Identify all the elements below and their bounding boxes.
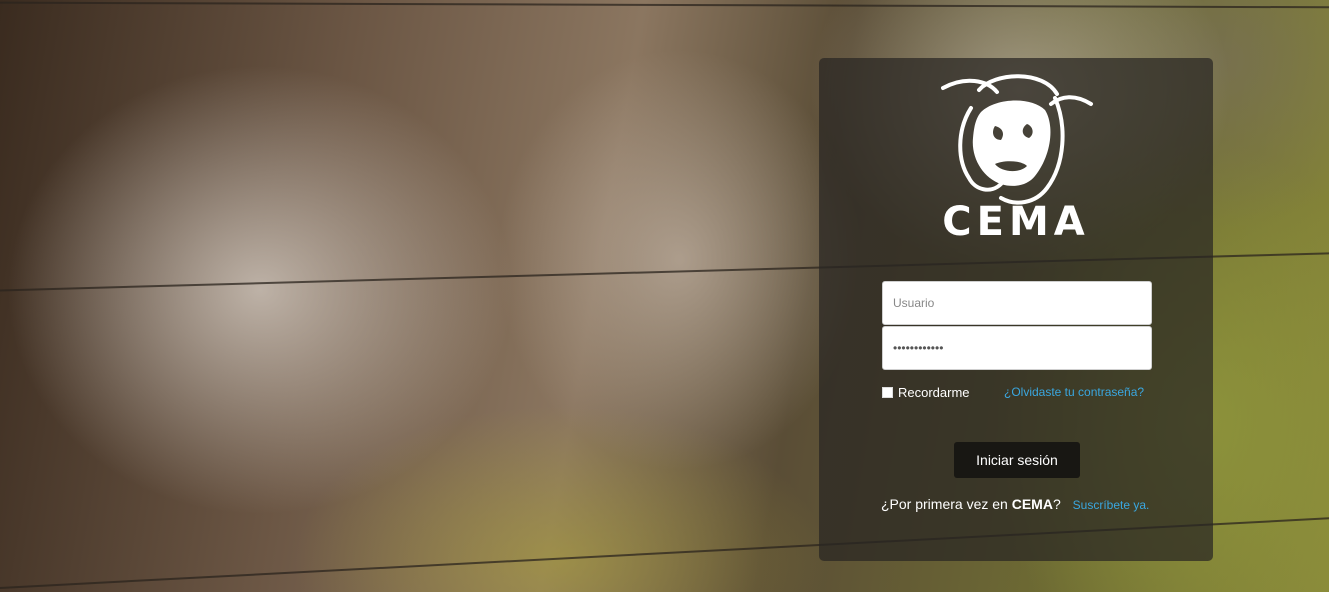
signup-prefix: ¿Por primera vez en <box>881 496 1012 512</box>
signup-prompt: ¿Por primera vez en CEMA? Suscríbete ya. <box>881 496 1149 512</box>
signup-suffix: ? <box>1052 496 1061 512</box>
bull-head-icon <box>941 74 1093 205</box>
remember-me-label: Recordarme <box>898 385 970 400</box>
remember-me-checkbox[interactable]: Recordarme <box>882 385 970 400</box>
username-input[interactable] <box>882 281 1152 325</box>
barbed-wire <box>0 1 1329 9</box>
login-page: CEMA Recordarme ¿Olvidaste tu contraseña… <box>0 0 1329 592</box>
forgot-password-link[interactable]: ¿Olvidaste tu contraseña? <box>1004 385 1144 399</box>
signup-link[interactable]: Suscríbete ya. <box>1073 498 1150 512</box>
password-input[interactable] <box>882 326 1152 370</box>
login-button[interactable]: Iniciar sesión <box>954 442 1080 478</box>
login-panel: CEMA Recordarme ¿Olvidaste tu contraseña… <box>819 58 1213 561</box>
checkbox-box[interactable] <box>882 387 893 398</box>
brand-logo-text: CEMA <box>942 199 1090 245</box>
signup-brand: CEMA <box>1011 496 1053 512</box>
